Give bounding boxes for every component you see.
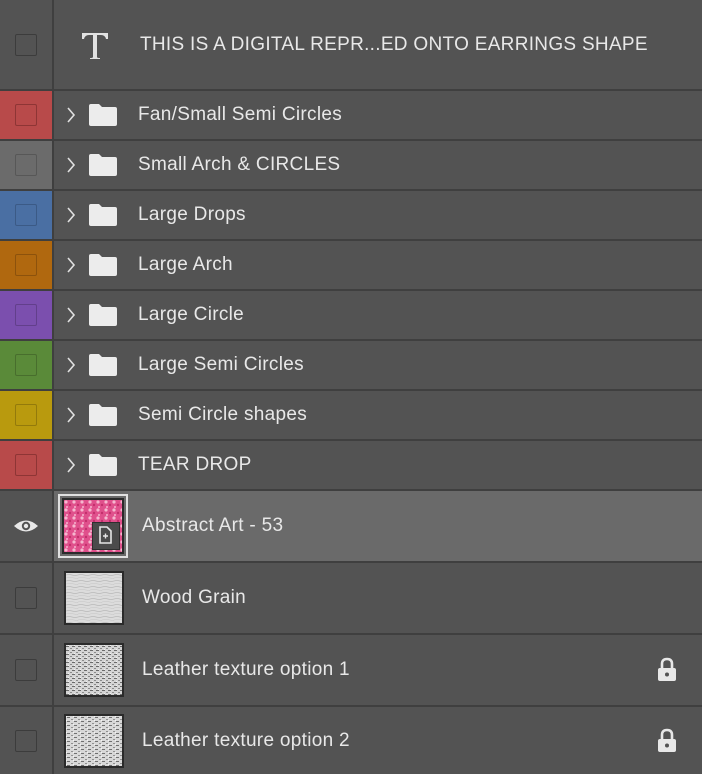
layer-thumbnail [58, 494, 128, 558]
layer-content: Small Arch & CIRCLES [54, 141, 702, 189]
visibility-checkbox[interactable] [15, 104, 37, 126]
layer-name: Large Circle [138, 304, 245, 325]
visibility-toggle[interactable] [0, 563, 54, 633]
layer-name: Leather texture option 1 [142, 659, 350, 680]
layer-row-group[interactable]: Semi Circle shapes [0, 391, 702, 441]
folder-icon [89, 204, 117, 226]
chevron-right-icon[interactable] [66, 455, 82, 475]
color-label[interactable] [0, 91, 54, 139]
layer-content: THIS IS A DIGITAL REPR...ED ONTO EARRING… [54, 0, 702, 89]
layer-row-smart-object[interactable]: Abstract Art - 53 [0, 491, 702, 563]
visibility-toggle[interactable] [0, 707, 54, 774]
chevron-right-icon[interactable] [66, 305, 82, 325]
color-label[interactable] [0, 291, 54, 339]
layer-row-group[interactable]: Large Semi Circles [0, 341, 702, 391]
layer-content: Large Semi Circles [54, 341, 702, 389]
visibility-checkbox[interactable] [15, 154, 37, 176]
layer-thumbnail [64, 713, 124, 768]
visibility-checkbox[interactable] [15, 404, 37, 426]
layer-content: Leather texture option 1 [54, 635, 702, 705]
layer-content: Wood Grain [54, 563, 702, 633]
layer-thumbnail [64, 571, 124, 625]
layer-row-group[interactable]: TEAR DROP [0, 441, 702, 491]
layer-content: Large Arch [54, 241, 702, 289]
layer-row-group[interactable]: Small Arch & CIRCLES [0, 141, 702, 191]
chevron-right-icon[interactable] [66, 205, 82, 225]
layer-name: Leather texture option 2 [142, 729, 350, 751]
color-label[interactable] [0, 341, 54, 389]
color-label[interactable] [0, 391, 54, 439]
layer-name: Abstract Art - 53 [142, 515, 284, 536]
smart-object-badge-icon [92, 522, 120, 550]
visibility-checkbox[interactable] [15, 587, 37, 609]
layer-row-group[interactable]: Large Circle [0, 291, 702, 341]
layer-content: Leather texture option 2 [54, 707, 702, 774]
layer-row-text[interactable]: THIS IS A DIGITAL REPR...ED ONTO EARRING… [0, 0, 702, 91]
chevron-right-icon[interactable] [66, 155, 82, 175]
visibility-toggle[interactable] [0, 0, 54, 89]
layer-row-group[interactable]: Large Drops [0, 191, 702, 241]
chevron-right-icon[interactable] [66, 405, 82, 425]
color-label[interactable] [0, 441, 54, 489]
layer-name: Fan/Small Semi Circles [138, 104, 343, 125]
layer-content: TEAR DROP [54, 441, 702, 489]
visibility-checkbox[interactable] [15, 354, 37, 376]
chevron-right-icon[interactable] [66, 105, 82, 125]
visibility-checkbox[interactable] [15, 659, 37, 681]
layer-name: THIS IS A DIGITAL REPR...ED ONTO EARRING… [140, 33, 648, 55]
visibility-checkbox[interactable] [15, 33, 37, 56]
visibility-toggle[interactable] [0, 635, 54, 705]
layer-row-group[interactable]: Large Arch [0, 241, 702, 291]
layer-row-pixel[interactable]: Leather texture option 2 [0, 707, 702, 774]
layer-content: Semi Circle shapes [54, 391, 702, 439]
chevron-right-icon[interactable] [66, 255, 82, 275]
visibility-toggle[interactable] [0, 491, 54, 561]
visibility-checkbox[interactable] [15, 254, 37, 276]
lock-icon [658, 657, 676, 681]
folder-icon [89, 154, 117, 176]
eye-icon[interactable] [13, 518, 39, 534]
folder-icon [89, 354, 117, 376]
chevron-right-icon[interactable] [66, 355, 82, 375]
layer-name: Large Semi Circles [138, 354, 304, 375]
folder-icon [89, 254, 117, 276]
layer-content: Large Circle [54, 291, 702, 339]
folder-icon [89, 404, 117, 426]
color-label[interactable] [0, 141, 54, 189]
layer-content: Large Drops [54, 191, 702, 239]
color-label[interactable] [0, 241, 54, 289]
layer-name: Semi Circle shapes [138, 404, 308, 425]
visibility-checkbox[interactable] [15, 454, 37, 476]
layer-thumbnail [64, 643, 124, 697]
color-label[interactable] [0, 191, 54, 239]
layer-name: TEAR DROP [138, 454, 252, 475]
layer-name: Small Arch & CIRCLES [138, 154, 341, 175]
folder-icon [89, 104, 117, 126]
folder-icon [89, 454, 117, 476]
layer-content: Abstract Art - 53 [54, 491, 702, 561]
visibility-checkbox[interactable] [15, 729, 37, 752]
layer-content: Fan/Small Semi Circles [54, 91, 702, 139]
layer-row-pixel[interactable]: Leather texture option 1 [0, 635, 702, 707]
folder-icon [89, 304, 117, 326]
layer-name: Large Drops [138, 204, 246, 225]
layer-row-group[interactable]: Fan/Small Semi Circles [0, 91, 702, 141]
layer-name: Wood Grain [142, 587, 247, 608]
text-layer-icon [82, 32, 108, 59]
layer-row-pixel[interactable]: Wood Grain [0, 563, 702, 635]
layer-name: Large Arch [138, 254, 233, 275]
visibility-checkbox[interactable] [15, 204, 37, 226]
visibility-checkbox[interactable] [15, 304, 37, 326]
lock-icon [658, 728, 676, 752]
layers-panel: THIS IS A DIGITAL REPR...ED ONTO EARRING… [0, 0, 702, 774]
